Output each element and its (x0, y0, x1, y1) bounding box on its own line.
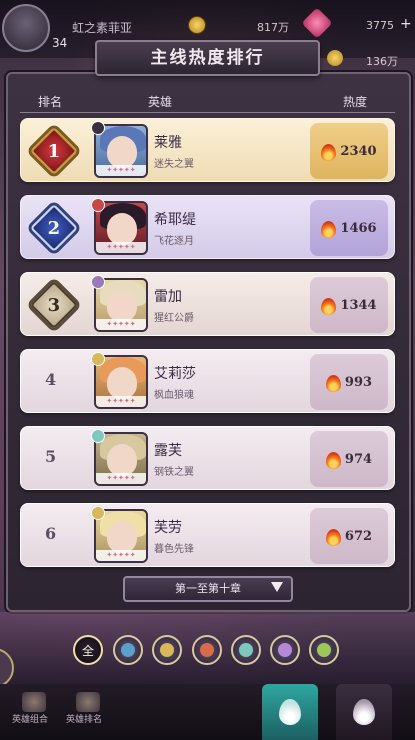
heat-score: 993 (310, 354, 388, 410)
class-icon (91, 121, 105, 135)
star-rating: ✦✦✦✦✦ (96, 242, 146, 253)
star-rating: ✦✦✦✦✦ (96, 396, 146, 407)
gem-count: 3775 (366, 19, 394, 32)
rank-number: 4 (45, 370, 57, 389)
rank-number: 6 (45, 524, 57, 543)
flame-icon (321, 296, 337, 315)
class-icon (91, 506, 105, 520)
hero-name: 露芙 (154, 443, 182, 459)
flame-icon (325, 373, 341, 392)
chapter-dropdown-label: 第一至第十章 (175, 582, 241, 595)
filter-all-label: 全 (81, 643, 94, 658)
star-rating: ✦✦✦✦✦ (96, 550, 146, 561)
heat-value: 974 (344, 451, 373, 467)
hero-title: 迷失之翼 (154, 159, 194, 170)
hero-team-icon[interactable] (22, 692, 46, 712)
filter-bow-button[interactable] (192, 635, 222, 665)
flame-icon (325, 527, 341, 546)
chevron-down-icon (271, 582, 283, 592)
rank-badge-gold: 1 (29, 126, 79, 176)
add-gems-button[interactable]: + (400, 16, 412, 32)
flame-icon (325, 450, 341, 469)
ranking-row[interactable]: 1 ✦✦✦✦✦ 莱雅 迷失之翼 2340 (20, 118, 395, 182)
column-header-hero: 英雄 (148, 95, 173, 109)
heat-score: 974 (310, 431, 388, 487)
hero-name: 艾莉莎 (154, 366, 196, 382)
filter-all-button[interactable]: 全 (73, 635, 103, 665)
flame-icon (321, 142, 337, 161)
sword-icon (160, 643, 174, 657)
rank-number: 1 (47, 140, 61, 162)
star-rating: ✦✦✦✦✦ (96, 319, 146, 330)
flame-icon (279, 699, 301, 725)
hero-name: 希耶缇 (154, 212, 196, 228)
secondary-coin-icon (327, 50, 343, 66)
filter-staff-button[interactable] (270, 635, 300, 665)
rank-number: 2 (47, 217, 61, 239)
shield-icon (121, 643, 135, 657)
star-rating: ✦✦✦✦✦ (96, 165, 146, 176)
ranking-row[interactable]: 3 ✦✦✦✦✦ 雷加 猩红公爵 1344 (20, 272, 395, 336)
player-avatar[interactable] (2, 4, 50, 52)
ranking-row[interactable]: 6 ✦✦✦✦✦ 芙劳 暮色先锋 672 (20, 503, 395, 567)
filter-sword-button[interactable] (152, 635, 182, 665)
rank-badge-bronze: 3 (29, 280, 79, 330)
flame-icon (321, 219, 337, 238)
column-header-rank: 排名 (38, 95, 63, 109)
hero-title: 飞花逐月 (154, 236, 194, 247)
class-icon (91, 198, 105, 212)
hero-title: 猩红公爵 (154, 313, 194, 324)
hero-title: 暮色先锋 (154, 544, 194, 555)
class-icon (91, 275, 105, 289)
header-divider (20, 112, 395, 113)
ranking-row[interactable]: 4 ✦✦✦✦✦ 艾莉莎 枫血狼魂 993 (20, 349, 395, 413)
hero-name: 莱雅 (154, 135, 182, 151)
ranking-row[interactable]: 5 ✦✦✦✦✦ 露芙 钢铁之翼 974 (20, 426, 395, 490)
gem-icon (301, 7, 333, 39)
heat-score: 2340 (310, 123, 388, 179)
heat-value: 2340 (340, 143, 377, 159)
heat-value: 1344 (340, 297, 377, 313)
rank-number: 5 (45, 447, 57, 466)
coin-count: 817万 (257, 21, 289, 34)
column-header-heat: 热度 (343, 95, 368, 109)
tab-heat-ranking[interactable] (262, 684, 318, 740)
heat-score: 1466 (310, 200, 388, 256)
panel-title: 主线热度排行 (95, 40, 320, 76)
coin-icon (188, 16, 206, 34)
nav-label-hero-ranking[interactable]: 英雄排名 (66, 712, 102, 725)
filter-leaf-button[interactable] (309, 635, 339, 665)
secondary-coin-count: 136万 (366, 55, 398, 68)
star-rating: ✦✦✦✦✦ (96, 473, 146, 484)
heat-score: 1344 (310, 277, 388, 333)
hero-title: 枫血狼魂 (154, 390, 194, 401)
filter-shield-button[interactable] (113, 635, 143, 665)
chapter-dropdown[interactable]: 第一至第十章 (123, 576, 293, 602)
bow-icon (200, 643, 214, 657)
hero-name: 芙劳 (154, 520, 182, 536)
player-name: 虹之素菲亚 (72, 21, 133, 35)
staff-icon (278, 643, 292, 657)
hero-ranking-icon[interactable] (76, 692, 100, 712)
heat-score: 672 (310, 508, 388, 564)
rank-badge-silver: 2 (29, 203, 79, 253)
player-level: 34 (52, 36, 68, 50)
class-icon (91, 352, 105, 366)
ranking-row[interactable]: 2 ✦✦✦✦✦ 希耶缇 飞花逐月 1466 (20, 195, 395, 259)
filter-claw-button[interactable] (231, 635, 261, 665)
heat-value: 672 (344, 528, 373, 544)
heat-value: 1466 (340, 220, 377, 236)
class-icon (91, 429, 105, 443)
hero-title: 钢铁之翼 (154, 467, 194, 478)
hero-name: 雷加 (154, 289, 182, 305)
claw-icon (239, 643, 253, 657)
flame-icon (353, 699, 375, 725)
rank-number: 3 (47, 294, 61, 316)
nav-label-hero-team[interactable]: 英雄组合 (12, 712, 48, 725)
leaf-icon (317, 643, 331, 657)
tab-other-ranking[interactable] (336, 684, 392, 740)
heat-value: 993 (344, 374, 373, 390)
